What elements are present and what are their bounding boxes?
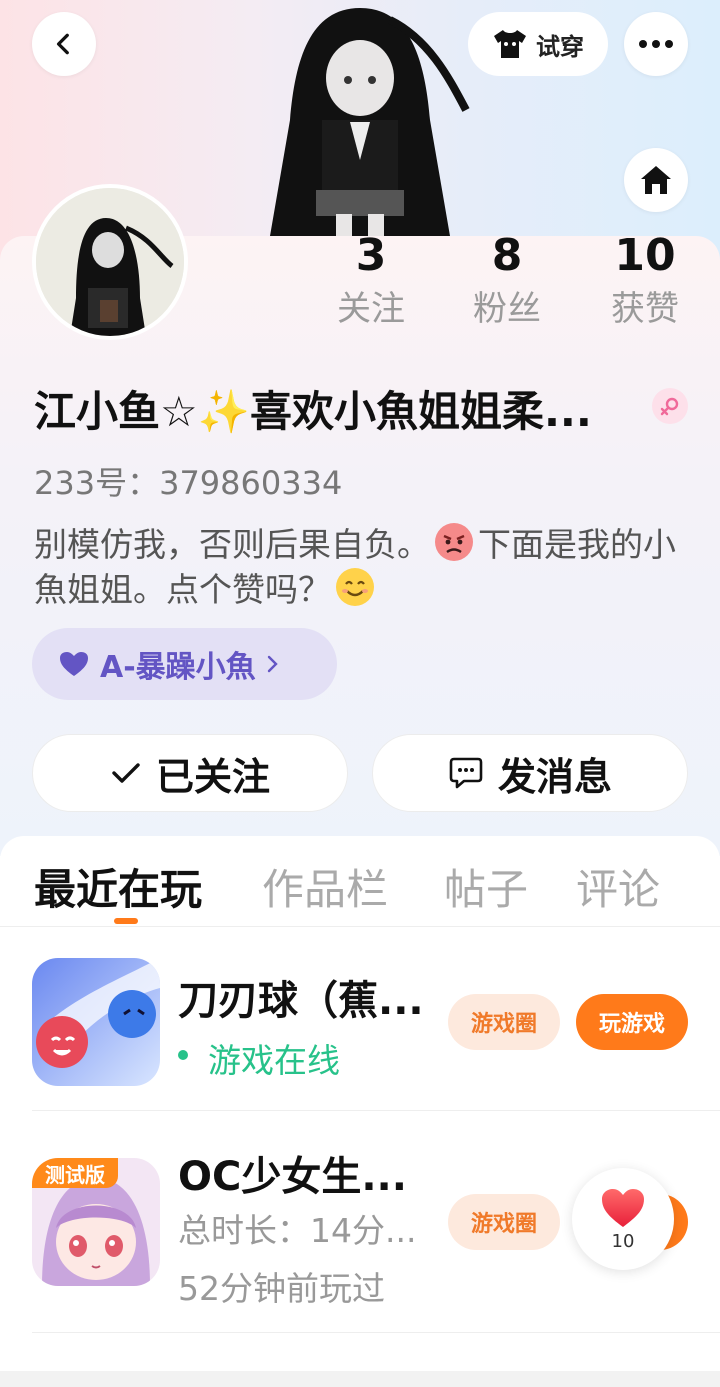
stat-followers[interactable]: 8 粉丝 xyxy=(452,228,562,334)
check-icon xyxy=(112,763,140,783)
chevron-right-icon xyxy=(267,655,278,673)
like-count: 10 xyxy=(611,1230,635,1252)
user-id: 233号：379860334 xyxy=(34,464,343,502)
play-game-button[interactable]: 玩游戏 xyxy=(576,994,688,1050)
game-icon-blade-ball[interactable] xyxy=(32,958,160,1086)
followed-label: 已关注 xyxy=(155,754,270,799)
game-circle-button[interactable]: 游戏圈 xyxy=(448,994,560,1050)
heart-icon xyxy=(602,1188,644,1227)
title-tag[interactable]: A-暴躁小魚 xyxy=(32,628,337,700)
back-button[interactable] xyxy=(32,12,96,76)
game-icon-oc-girl[interactable]: 测试版 xyxy=(32,1158,160,1286)
online-dot-icon xyxy=(178,1050,188,1060)
smiling-face-icon xyxy=(335,567,375,607)
angry-face-icon xyxy=(434,522,474,562)
avatar-image xyxy=(36,188,184,336)
home-icon xyxy=(641,166,671,194)
try-on-button[interactable]: 试穿 xyxy=(468,12,608,76)
followers-count: 8 xyxy=(491,230,523,281)
game-status: 游戏在线 xyxy=(208,1041,340,1080)
active-tab-indicator xyxy=(114,918,138,924)
tab-divider xyxy=(0,926,720,927)
gender-female-icon xyxy=(652,388,688,424)
message-bubble-icon xyxy=(449,757,483,789)
more-button[interactable] xyxy=(624,12,688,76)
send-message-button[interactable]: 发消息 xyxy=(372,734,688,812)
try-on-label: 试穿 xyxy=(536,32,584,61)
send-message-label: 发消息 xyxy=(497,754,612,799)
character-figure xyxy=(270,8,470,236)
game-play-duration: 总时长：14分... xyxy=(178,1211,417,1250)
following-label: 关注 xyxy=(337,289,405,329)
tab-works[interactable]: 作品栏 xyxy=(262,856,388,917)
beta-badge: 测试版 xyxy=(32,1158,118,1188)
stat-following[interactable]: 3 关注 xyxy=(316,228,426,334)
avatar[interactable] xyxy=(32,184,188,340)
stat-likes[interactable]: 10 获赞 xyxy=(590,228,700,334)
content-tabs: 最近在玩 作品栏 帖子 评论 xyxy=(0,836,720,926)
game-last-played: 52分钟前玩过 xyxy=(178,1269,385,1308)
chevron-left-icon xyxy=(56,33,69,55)
followed-button[interactable]: 已关注 xyxy=(32,734,348,812)
list-divider xyxy=(32,1110,720,1111)
bio-text-1: 别模仿我，否则后果自负。 xyxy=(34,525,430,564)
following-count: 3 xyxy=(355,230,387,281)
username: 江小鱼☆✨喜欢小魚姐姐柔... xyxy=(34,387,592,436)
title-tag-label: A-暴躁小魚 xyxy=(100,650,256,685)
shirt-icon xyxy=(494,30,526,58)
tab-recently-played[interactable]: 最近在玩 xyxy=(34,856,202,917)
bottom-edge xyxy=(0,1371,720,1387)
tab-posts[interactable]: 帖子 xyxy=(444,856,528,917)
list-divider xyxy=(32,1332,720,1333)
floating-like-button[interactable]: 10 xyxy=(572,1168,674,1270)
home-button[interactable] xyxy=(624,148,688,212)
game-title[interactable]: OC少女生... xyxy=(178,1144,418,1202)
likes-label: 获赞 xyxy=(611,289,679,329)
bio: 别模仿我，否则后果自负。 下面是我的小魚姐姐。点个赞吗？ xyxy=(34,522,694,612)
followers-label: 粉丝 xyxy=(473,289,541,329)
likes-count: 10 xyxy=(614,230,676,281)
heart-badge-icon xyxy=(60,652,88,676)
game-circle-button[interactable]: 游戏圈 xyxy=(448,1194,560,1250)
tab-comments[interactable]: 评论 xyxy=(576,856,660,917)
game-title[interactable]: 刀刃球（蕉... xyxy=(178,968,434,1026)
more-dots-icon xyxy=(639,40,673,48)
